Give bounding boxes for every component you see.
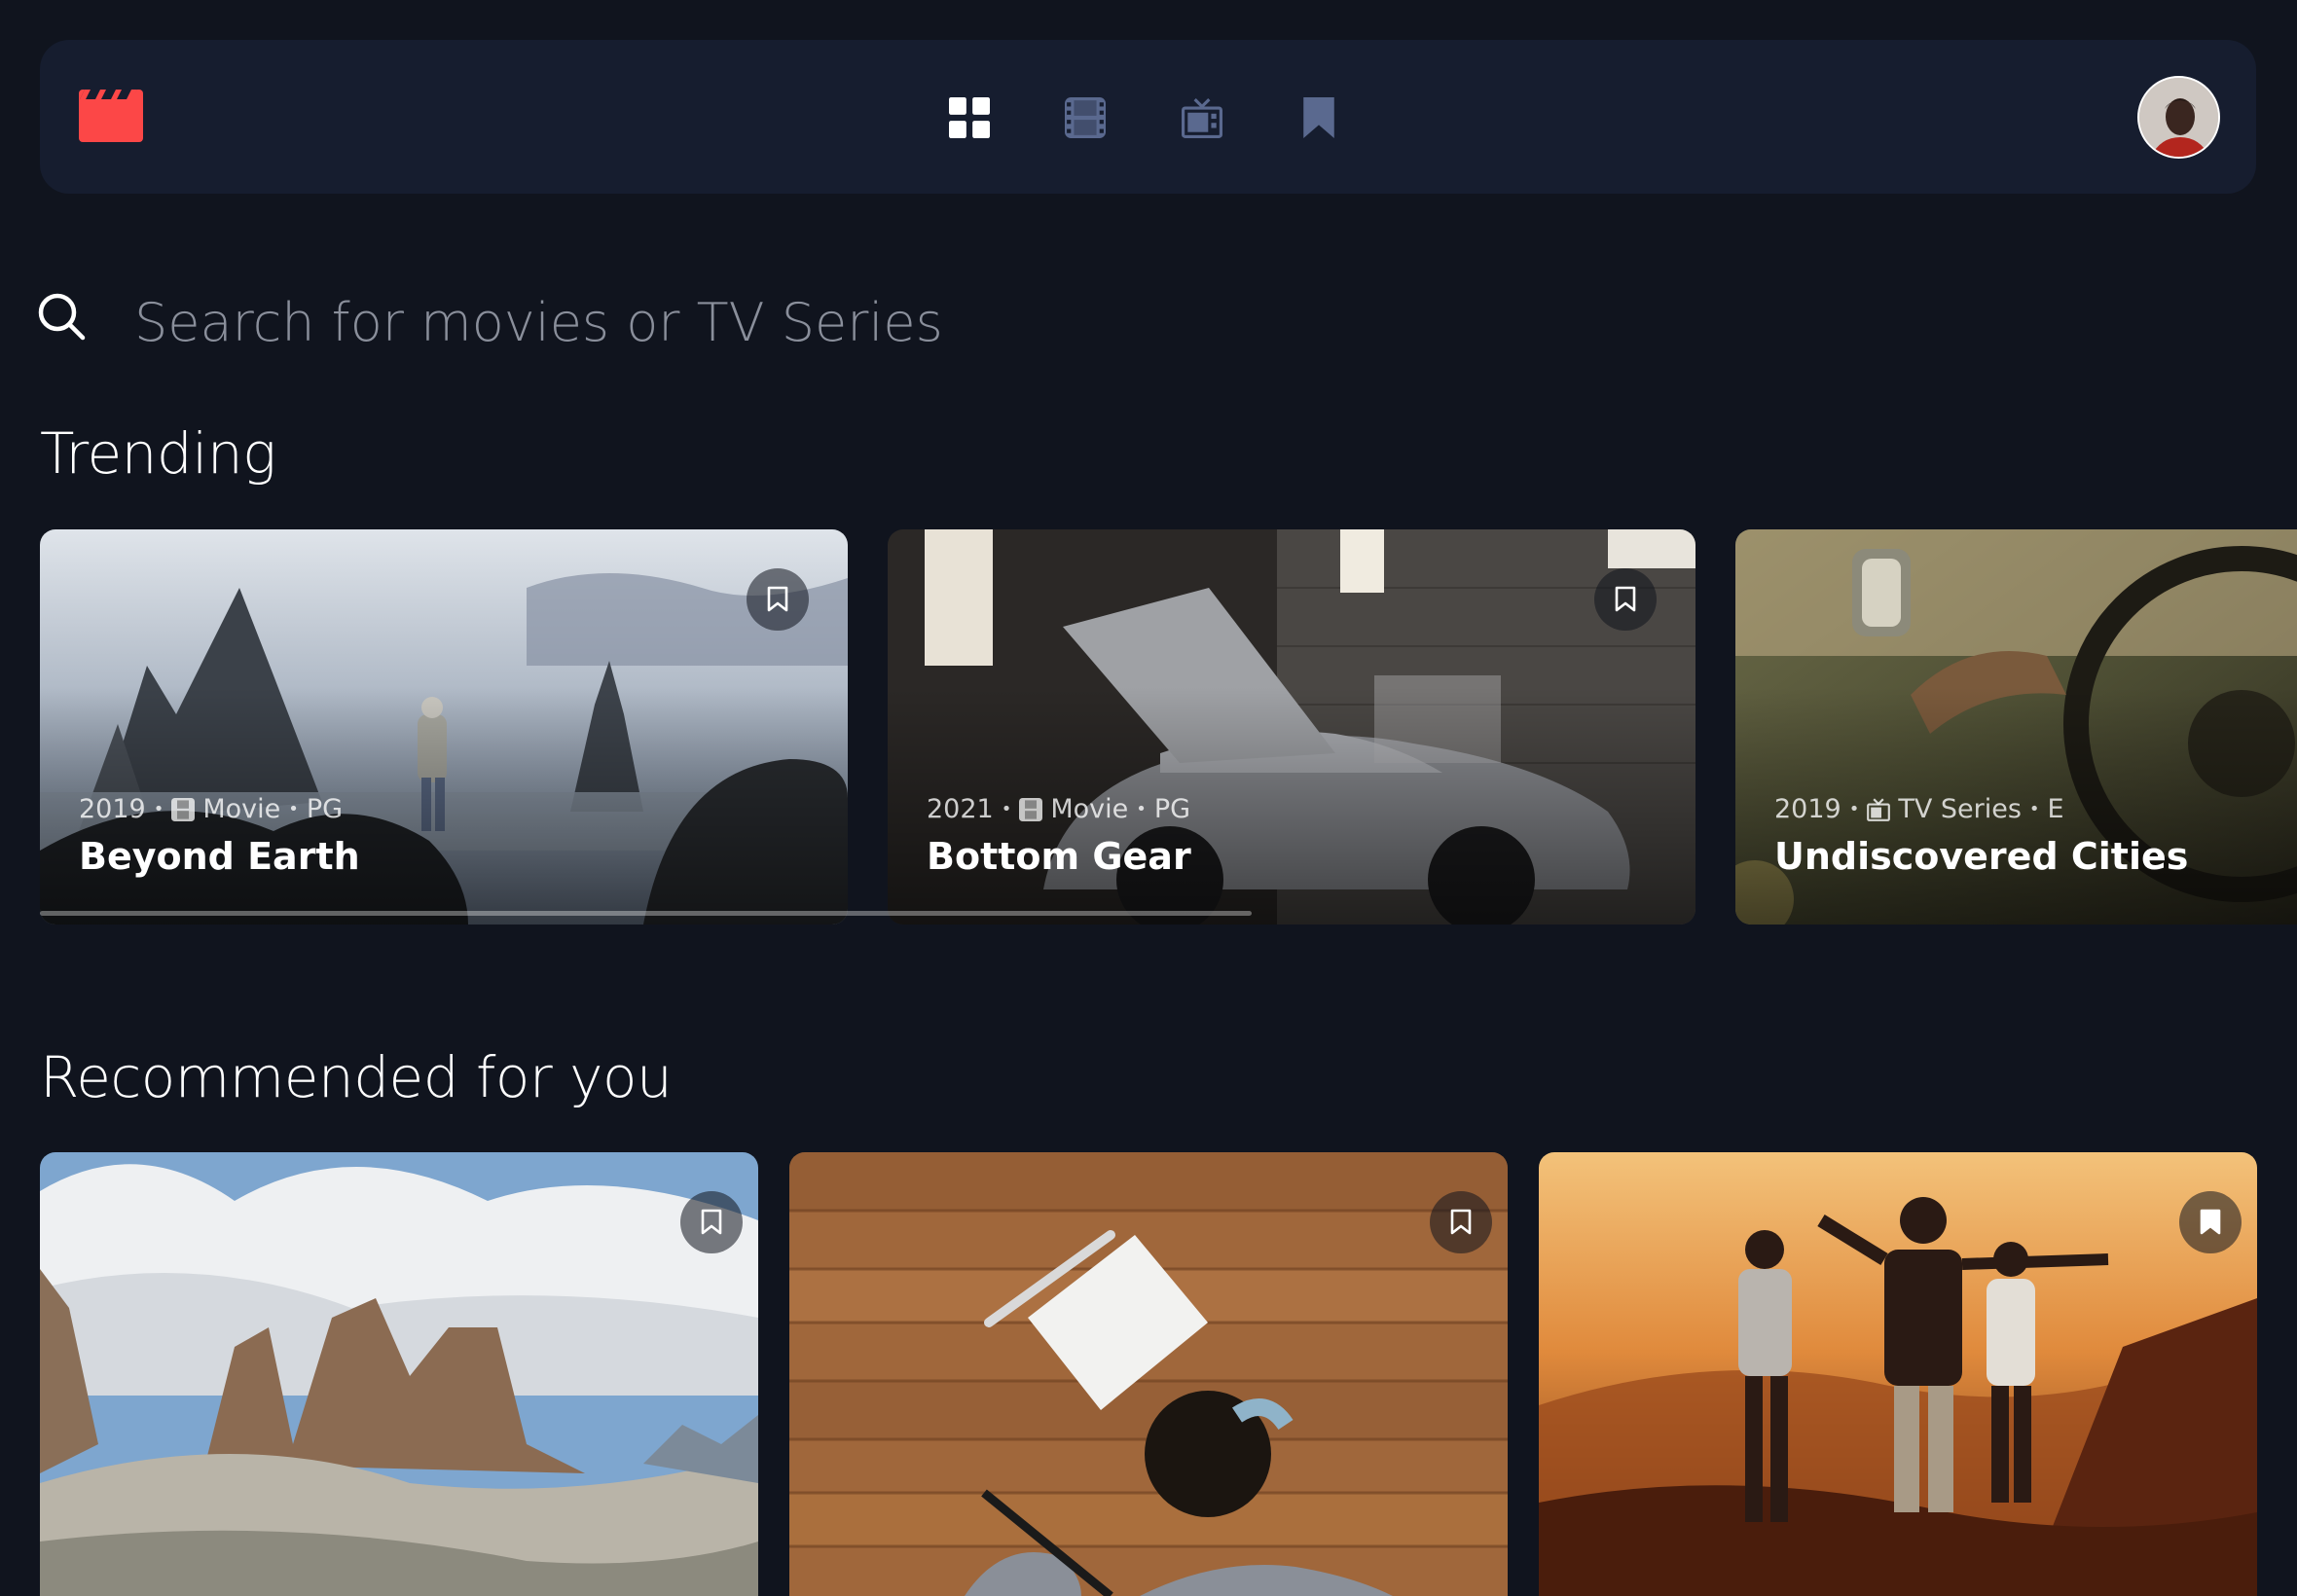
search-icon — [38, 293, 86, 341]
recommended-card[interactable] — [1539, 1152, 2257, 1596]
separator-dot: • — [2028, 799, 2040, 819]
bookmark-icon[interactable] — [1298, 97, 1339, 138]
card-rating: PG — [306, 794, 344, 824]
card-meta: 2019 • TV Series • E — [1774, 794, 2064, 824]
search-bar — [37, 288, 1108, 360]
carousel-scrollbar[interactable] — [40, 911, 1252, 916]
recommended-card[interactable] — [40, 1152, 758, 1596]
search-input[interactable] — [132, 288, 1106, 356]
bookmark-filled-icon — [2200, 1209, 2221, 1235]
separator-dot: • — [1136, 799, 1147, 819]
recommended-card[interactable] — [789, 1152, 1508, 1596]
bookmark-empty-icon — [701, 1209, 722, 1235]
separator-dot: • — [288, 799, 299, 819]
bookmark-button[interactable] — [680, 1191, 743, 1253]
card-title: Bottom Gear — [927, 835, 1191, 878]
bookmark-empty-icon — [1615, 586, 1636, 612]
film-icon — [171, 797, 196, 821]
card-title: Beyond Earth — [79, 835, 360, 878]
card-title: Undiscovered Cities — [1774, 835, 2189, 878]
separator-dot: • — [1848, 799, 1860, 819]
tv-icon — [1867, 797, 1891, 821]
card-thumbnail — [1539, 1152, 2257, 1596]
trending-card[interactable]: 2019 • TV Series • E Undiscovered Cities — [1735, 529, 2297, 925]
grid-icon[interactable] — [949, 97, 990, 138]
separator-dot: • — [153, 799, 164, 819]
card-thumbnail — [789, 1152, 1508, 1596]
nav-menu — [40, 40, 2256, 194]
trending-heading: Trending — [40, 420, 276, 487]
card-year: 2019 — [79, 794, 146, 824]
nav-bar — [40, 40, 2256, 194]
trending-card[interactable]: 2019 • Movie • PG Beyond Earth — [40, 529, 848, 925]
card-category: Movie — [202, 794, 281, 824]
bookmark-button[interactable] — [1430, 1191, 1492, 1253]
separator-dot: • — [1001, 799, 1012, 819]
card-category: Movie — [1050, 794, 1129, 824]
bookmark-empty-icon — [767, 586, 788, 612]
card-rating: E — [2047, 794, 2064, 824]
user-avatar[interactable] — [2137, 76, 2220, 159]
card-thumbnail — [40, 1152, 758, 1596]
bookmark-button[interactable] — [2179, 1191, 2242, 1253]
card-meta: 2019 • Movie • PG — [79, 794, 343, 824]
film-icon — [1019, 797, 1043, 821]
bookmark-button[interactable] — [747, 568, 809, 631]
card-rating: PG — [1153, 794, 1191, 824]
tv-icon[interactable] — [1182, 97, 1222, 138]
card-year: 2019 — [1774, 794, 1841, 824]
trending-card[interactable]: 2021 • Movie • PG Bottom Gear — [888, 529, 1695, 925]
film-icon[interactable] — [1065, 97, 1106, 138]
recommended-heading: Recommended for you — [40, 1044, 673, 1110]
card-meta: 2021 • Movie • PG — [927, 794, 1190, 824]
bookmark-empty-icon — [1450, 1209, 1472, 1235]
card-category: TV Series — [1898, 794, 2022, 824]
bookmark-button[interactable] — [1594, 568, 1657, 631]
card-year: 2021 — [927, 794, 994, 824]
